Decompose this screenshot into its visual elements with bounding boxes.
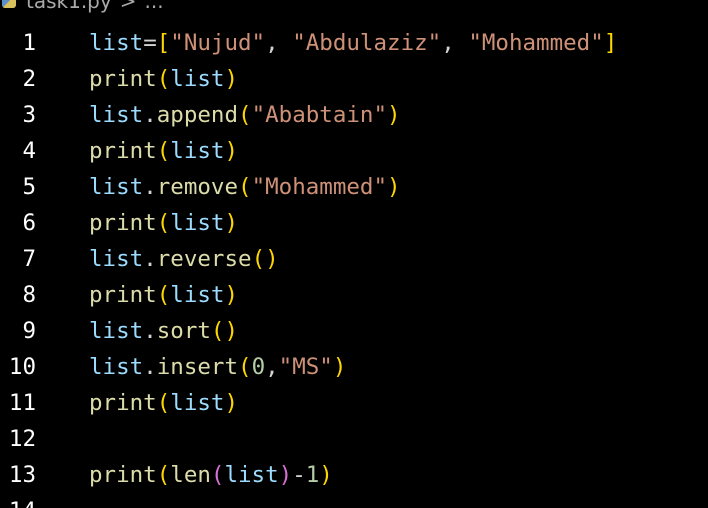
breadcrumb-ellipsis[interactable]: ...: [144, 0, 163, 13]
code-line[interactable]: 11 print(list): [0, 385, 708, 421]
breadcrumb-file[interactable]: task1.py: [26, 0, 112, 13]
line-code[interactable]: list.sort(): [89, 313, 238, 349]
code-line[interactable]: 3 list.append("Ababtain"): [0, 97, 708, 133]
line-number: 14: [9, 493, 36, 508]
code-line[interactable]: 6 print(list): [0, 205, 708, 241]
code-line[interactable]: 4 print(list): [0, 133, 708, 169]
line-number: 13: [8, 462, 36, 488]
line-number: 11: [8, 390, 36, 416]
line-code[interactable]: print(list): [89, 61, 238, 97]
code-line[interactable]: 8 print(list): [0, 277, 708, 313]
code-line[interactable]: 2 print(list): [0, 61, 708, 97]
line-code[interactable]: list.reverse(): [89, 241, 279, 277]
line-code[interactable]: print(list): [89, 205, 238, 241]
line-number: 8: [22, 282, 36, 308]
code-line[interactable]: 9 list.sort(): [0, 313, 708, 349]
line-code[interactable]: list.remove("Mohammed"): [89, 169, 401, 205]
line-number: 7: [22, 246, 36, 272]
line-code[interactable]: print(list): [89, 277, 238, 313]
code-line[interactable]: 12: [0, 421, 708, 457]
line-code[interactable]: list.insert(0,"MS"): [89, 349, 346, 385]
line-number: 3: [22, 102, 36, 128]
code-line[interactable]: 5 list.remove("Mohammed"): [0, 169, 708, 205]
line-code[interactable]: list.append("Ababtain"): [89, 97, 401, 133]
breadcrumb: task1.py > ...: [0, 0, 164, 15]
line-number: 12: [8, 426, 36, 452]
code-line[interactable]: 1 list=["Nujud", "Abdulaziz", "Mohammed"]: [0, 25, 708, 61]
line-number: 5: [22, 174, 36, 200]
code-editor[interactable]: task1.py > ... 1 list=["Nujud", "Abdulazi…: [0, 0, 708, 508]
line-code[interactable]: print(len(list)-1): [89, 457, 333, 493]
line-number: 2: [22, 66, 36, 92]
line-number: 6: [22, 210, 36, 236]
line-number: 10: [8, 354, 36, 380]
breadcrumb-separator: >: [119, 0, 137, 13]
line-number: 4: [22, 138, 36, 164]
line-code[interactable]: list=["Nujud", "Abdulaziz", "Mohammed"]: [89, 25, 617, 61]
code-line[interactable]: 10 list.insert(0,"MS"): [0, 349, 708, 385]
line-number: 1: [22, 30, 36, 56]
line-code[interactable]: print(list): [89, 133, 238, 169]
line-number: 9: [22, 318, 36, 344]
line-code[interactable]: print(list): [89, 385, 238, 421]
code-line[interactable]: 7 list.reverse(): [0, 241, 708, 277]
python-file-icon: [2, 0, 16, 8]
code-lines[interactable]: 1 list=["Nujud", "Abdulaziz", "Mohammed"]…: [0, 25, 708, 508]
code-line[interactable]: 14: [0, 493, 708, 508]
code-line[interactable]: 13 print(len(list)-1): [0, 457, 708, 493]
